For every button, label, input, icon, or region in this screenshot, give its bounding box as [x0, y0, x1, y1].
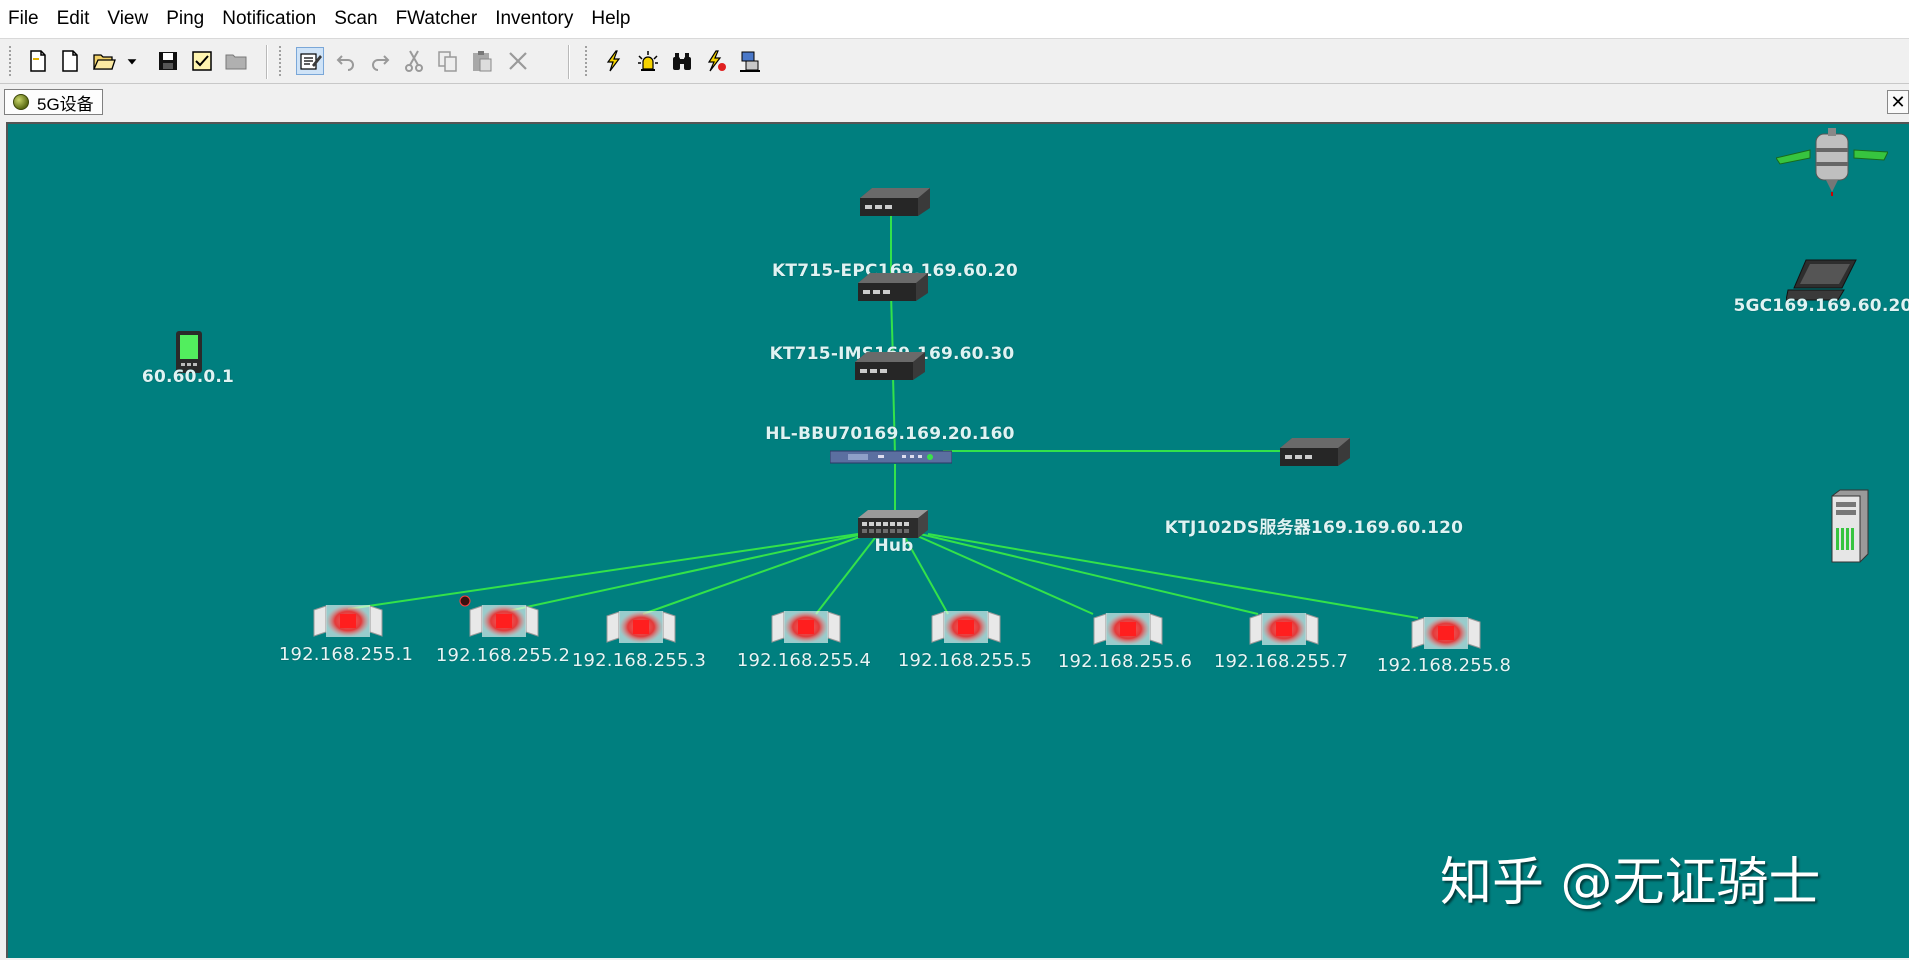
toolbar-separator [568, 45, 570, 79]
node-label-laptop: 5GC169.169.60.20 [1733, 296, 1909, 316]
node-label-phone: 60.60.0.1 [141, 367, 235, 387]
node-label-server: KTJ102DS服务器169.169.60.120 [1164, 518, 1464, 538]
node-label-leaf-5: 192.168.255.5 [897, 650, 1033, 671]
document-tab-strip: 5G设备 ✕ [0, 84, 1909, 120]
node-label-leaf-2: 192.168.255.2 [435, 645, 571, 666]
network-links [347, 212, 1419, 619]
link-hub-leaf-4 [815, 533, 879, 615]
router-epc-icon[interactable] [858, 186, 932, 218]
node-label-leaf-3: 192.168.255.3 [571, 650, 707, 671]
new-map-icon[interactable] [24, 47, 52, 75]
link-hub-leaf-7 [919, 533, 1259, 615]
toolbar-grip[interactable] [278, 45, 282, 77]
leaf-device-5-icon[interactable] [930, 608, 1002, 648]
flash-scan-icon[interactable] [702, 47, 730, 75]
lightning-icon[interactable] [600, 47, 628, 75]
copy-icon[interactable] [434, 47, 462, 75]
leaf-device-2-icon[interactable] [468, 602, 540, 642]
menu-edit[interactable]: Edit [49, 0, 100, 38]
leaf-device-7-icon[interactable] [1248, 610, 1320, 650]
network-map-canvas[interactable]: KT715-EPC169.169.60.20 KT715-IMS169.169.… [6, 122, 1909, 958]
close-tab-button[interactable]: ✕ [1887, 90, 1909, 114]
undo-icon[interactable] [332, 47, 360, 75]
toolbar-separator [266, 45, 268, 79]
node-label-leaf-4: 192.168.255.4 [736, 650, 872, 671]
link-hub-leaf-8 [927, 533, 1419, 619]
toolbar [0, 39, 1909, 84]
toolbar-grip[interactable] [8, 45, 12, 77]
leaf-device-8-icon[interactable] [1410, 614, 1482, 654]
binoculars-icon[interactable] [668, 47, 696, 75]
menu-bar: File Edit View Ping Notification Scan FW… [0, 0, 1909, 39]
satellite-icon[interactable] [1776, 128, 1888, 196]
node-label-leaf-1: 192.168.255.1 [278, 644, 414, 665]
toolbar-grip[interactable] [584, 45, 588, 77]
new-file-icon[interactable] [56, 47, 84, 75]
dropdown-arrow-icon[interactable] [124, 47, 140, 75]
rack-switch-icon[interactable] [830, 449, 952, 465]
router-bbu-icon[interactable] [853, 350, 927, 382]
alarm-marker-icon [459, 595, 471, 607]
tower-server-icon[interactable] [1828, 488, 1870, 564]
link-hub-leaf-1 [347, 533, 859, 610]
leaf-device-4-icon[interactable] [770, 608, 842, 648]
save-icon[interactable] [154, 47, 182, 75]
cut-icon[interactable] [400, 47, 428, 75]
leaf-device-6-icon[interactable] [1092, 610, 1164, 650]
status-dot-icon [13, 94, 29, 110]
leaf-device-1-icon[interactable] [312, 602, 384, 642]
paste-icon[interactable] [468, 47, 496, 75]
menu-fwatcher[interactable]: FWatcher [388, 0, 488, 38]
leaf-device-3-icon[interactable] [605, 608, 677, 648]
tab-label: 5G设备 [37, 94, 94, 114]
network-pc-icon[interactable] [736, 47, 764, 75]
menu-view[interactable]: View [99, 0, 158, 38]
router-ims-icon[interactable] [856, 271, 930, 303]
node-label-hub: Hub [874, 536, 914, 556]
menu-file[interactable]: File [0, 0, 49, 38]
node-label-leaf-6: 192.168.255.6 [1057, 651, 1193, 672]
menu-help[interactable]: Help [583, 0, 640, 38]
menu-ping[interactable]: Ping [158, 0, 214, 38]
menu-scan[interactable]: Scan [326, 0, 387, 38]
alarm-light-icon[interactable] [634, 47, 662, 75]
redo-icon[interactable] [366, 47, 394, 75]
edit-mode-icon[interactable] [296, 47, 324, 75]
node-label-bbu: HL-BBU70169.169.20.160 [765, 424, 1015, 444]
node-label-leaf-8: 192.168.255.8 [1376, 655, 1512, 676]
check-document-icon[interactable] [188, 47, 216, 75]
menu-notification[interactable]: Notification [214, 0, 326, 38]
menu-inventory[interactable]: Inventory [487, 0, 583, 38]
open-folder-icon[interactable] [90, 47, 118, 75]
folder-icon[interactable] [222, 47, 250, 75]
watermark-text: 知乎 @无证骑士 [1440, 853, 1821, 913]
delete-icon[interactable] [504, 47, 532, 75]
tab-5g-devices[interactable]: 5G设备 [4, 89, 103, 115]
node-label-leaf-7: 192.168.255.7 [1213, 651, 1349, 672]
router-server-icon[interactable] [1278, 436, 1352, 468]
